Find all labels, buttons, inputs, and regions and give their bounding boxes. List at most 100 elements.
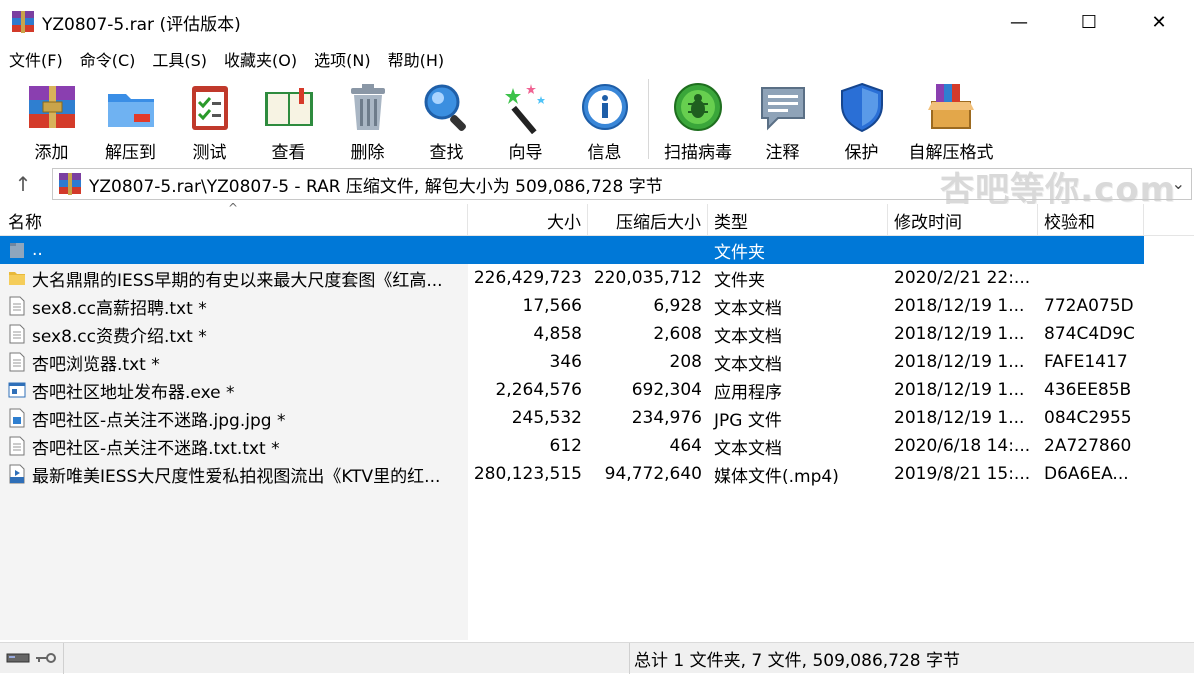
menu-tools[interactable]: 工具(S) <box>143 47 215 71</box>
text-file-icon <box>9 436 25 456</box>
winrar-app-icon[interactable] <box>12 11 34 33</box>
packed-cell: 234,976 <box>631 408 702 428</box>
menu-commands[interactable]: 命令(C) <box>71 47 144 71</box>
type-cell: 文件夹 <box>708 236 888 264</box>
type-cell: 文本文档 <box>714 438 782 459</box>
test-clipboard-icon <box>191 86 228 130</box>
table-row[interactable]: 杏吧社区-点关注不迷路.txt.txt * 612 464 文本文档 2020/… <box>0 432 1194 460</box>
close-button[interactable]: ✕ <box>1124 0 1194 44</box>
table-row[interactable]: .. 文件夹 <box>0 236 1194 264</box>
crc-cell: 874C4D9C <box>1044 324 1135 344</box>
menu-help[interactable]: 帮助(H) <box>379 47 453 71</box>
delete-button[interactable]: 删除 <box>328 74 407 164</box>
file-list: 名称 ^ 大小 压缩后大小 类型 修改时间 校验和 .. 文件夹 大名鼎鼎的IE… <box>0 201 1194 640</box>
status-icons <box>0 642 64 674</box>
rar-archive-icon <box>59 173 81 195</box>
column-header-type-label: 类型 <box>714 212 748 233</box>
find-label: 查找 <box>429 143 464 163</box>
size-cell: 2,264,576 <box>495 380 582 400</box>
path-field[interactable]: YZ0807-5.rar\YZ0807-5 - RAR 压缩文件, 解包大小为 … <box>52 168 1192 200</box>
test-label: 测试 <box>192 143 227 163</box>
sfx-label: 自解压格式 <box>908 143 994 163</box>
size-cell: 17,566 <box>522 296 582 316</box>
menu-favorites[interactable]: 收藏夹(O) <box>215 47 305 71</box>
magnifier-icon <box>424 84 466 131</box>
size-cell: 4,858 <box>533 324 582 344</box>
column-header-size[interactable]: 大小 <box>468 204 588 236</box>
modified-cell: 2018/12/19 1... <box>894 296 1025 316</box>
column-header-modified-label: 修改时间 <box>894 212 962 233</box>
key-icon[interactable] <box>34 651 58 665</box>
bug-scan-icon <box>674 83 722 131</box>
packed-cell: 208 <box>669 352 702 372</box>
column-header-name-label: 名称 <box>8 212 42 233</box>
folder-icon <box>9 272 25 285</box>
view-button[interactable]: 查看 <box>249 74 328 164</box>
sfx-button[interactable]: 自解压格式 <box>901 74 1001 164</box>
name-cell: sex8.cc高薪招聘.txt * <box>0 292 468 320</box>
address-bar: ↑ YZ0807-5.rar\YZ0807-5 - RAR 压缩文件, 解包大小… <box>0 166 1194 202</box>
table-row[interactable]: 杏吧社区-点关注不迷路.jpg.jpg * 245,532 234,976 JP… <box>0 404 1194 432</box>
table-row[interactable]: 杏吧浏览器.txt * 346 208 文本文档 2018/12/19 1...… <box>0 348 1194 376</box>
packed-cell: 2,608 <box>653 324 702 344</box>
table-row[interactable]: 大名鼎鼎的IESS早期的有史以来最大尺度套图《红高... 226,429,723… <box>0 264 1194 292</box>
table-row[interactable]: sex8.cc资费介绍.txt * 4,858 2,608 文本文档 2018/… <box>0 320 1194 348</box>
path-text: YZ0807-5.rar\YZ0807-5 - RAR 压缩文件, 解包大小为 … <box>89 176 663 197</box>
crc-cell: 084C2955 <box>1044 408 1132 428</box>
exe-file-icon <box>8 382 26 398</box>
column-header-crc-label: 校验和 <box>1044 212 1095 233</box>
virus-scan-button[interactable]: 扫描病毒 <box>653 74 743 164</box>
modified-cell: 2018/12/19 1... <box>894 408 1025 428</box>
list-header: 名称 ^ 大小 压缩后大小 类型 修改时间 校验和 <box>0 201 1194 236</box>
toolbar: 添加 解压到 测试 查看 删除 查找 向导 信息 扫描病毒 注释 保护 自解压格… <box>0 74 1194 210</box>
add-archive-icon <box>28 86 75 128</box>
wizard-button[interactable]: 向导 <box>486 74 565 164</box>
size-cell: 346 <box>549 352 582 372</box>
add-label: 添加 <box>34 143 69 163</box>
text-file-icon <box>9 352 25 372</box>
table-row[interactable]: 杏吧社区地址发布器.exe * 2,264,576 692,304 应用程序 2… <box>0 376 1194 404</box>
packed-cell: 692,304 <box>631 380 702 400</box>
column-header-name[interactable]: 名称 ^ <box>0 201 468 236</box>
modified-cell: 2018/12/19 1... <box>894 352 1025 372</box>
modified-cell <box>888 236 1038 264</box>
drive-icon[interactable] <box>6 651 30 665</box>
crc-cell <box>1038 236 1144 264</box>
text-file-icon <box>9 324 25 344</box>
chevron-down-icon[interactable]: ⌄ <box>1172 174 1185 193</box>
comment-bubble-icon <box>760 87 805 131</box>
table-row[interactable]: 最新唯美IESS大尺度性爱私拍视图流出《KTV里的红... 280,123,51… <box>0 460 1194 488</box>
column-header-type[interactable]: 类型 <box>708 204 888 236</box>
view-book-icon <box>264 88 313 126</box>
view-label: 查看 <box>271 143 306 163</box>
column-header-modified[interactable]: 修改时间 <box>888 204 1038 236</box>
packed-cell: 6,928 <box>653 296 702 316</box>
table-row[interactable]: sex8.cc高薪招聘.txt * 17,566 6,928 文本文档 2018… <box>0 292 1194 320</box>
add-button[interactable]: 添加 <box>12 74 91 164</box>
minimize-icon: — <box>1010 11 1028 33</box>
extract-to-button[interactable]: 解压到 <box>91 74 170 164</box>
type-cell: JPG 文件 <box>714 410 782 431</box>
crc-cell: D6A6EA... <box>1044 464 1129 484</box>
extract-folder-icon <box>107 94 154 127</box>
size-cell: 280,123,515 <box>473 464 582 484</box>
menu-file[interactable]: 文件(F) <box>0 47 71 71</box>
test-button[interactable]: 测试 <box>170 74 249 164</box>
packed-cell: 94,772,640 <box>604 464 702 484</box>
find-button[interactable]: 查找 <box>407 74 486 164</box>
up-one-level-button[interactable]: ↑ <box>0 166 46 202</box>
name-cell: .. <box>0 236 468 264</box>
menu-options[interactable]: 选项(N) <box>305 47 378 71</box>
modified-cell: 2020/2/21 22:... <box>894 268 1031 288</box>
column-header-crc[interactable]: 校验和 <box>1038 204 1144 236</box>
info-button[interactable]: 信息 <box>565 74 644 164</box>
maximize-button[interactable]: ☐ <box>1054 0 1124 44</box>
toolbar-separator <box>648 79 649 159</box>
column-header-packed[interactable]: 压缩后大小 <box>588 204 708 236</box>
protect-button[interactable]: 保护 <box>822 74 901 164</box>
type-cell: 文本文档 <box>714 326 782 347</box>
magic-wand-icon <box>504 84 545 134</box>
minimize-button[interactable]: — <box>984 0 1054 44</box>
modified-cell: 2018/12/19 1... <box>894 324 1025 344</box>
comment-button[interactable]: 注释 <box>743 74 822 164</box>
